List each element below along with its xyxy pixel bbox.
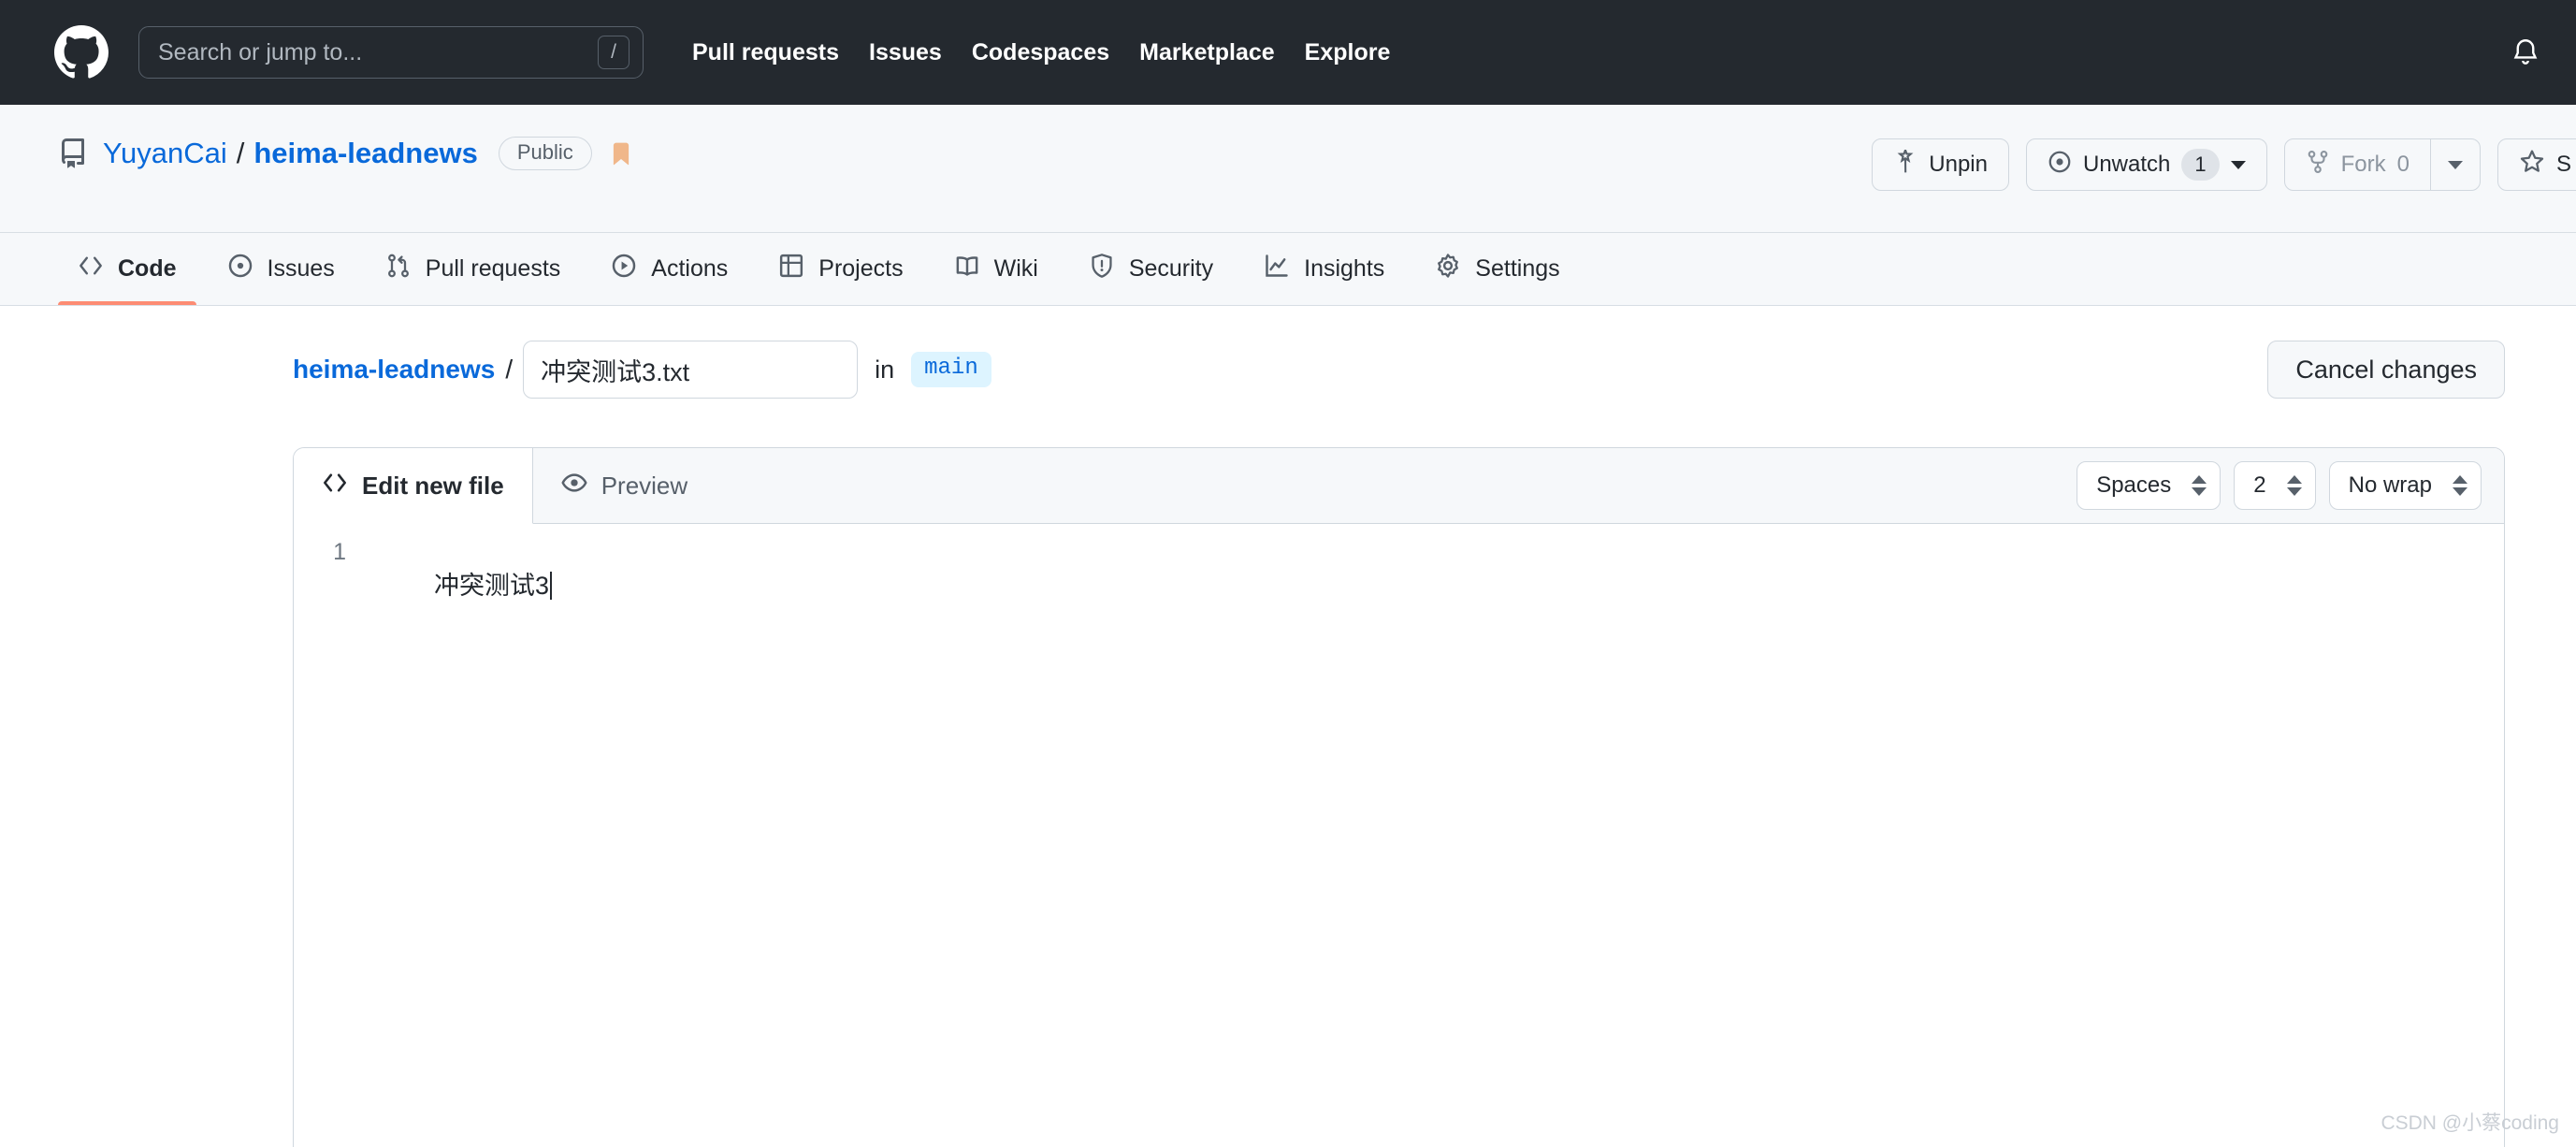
code-editor-area[interactable]: 1 冲突测试3 [294,524,2504,1147]
indent-mode-select[interactable]: Spaces [2077,461,2221,510]
watermark: CSDN @小蔡coding [2381,1112,2559,1134]
stepper-icon [2192,475,2207,496]
tab-actions[interactable]: Actions [591,233,747,305]
tab-issues-label: Issues [267,255,335,282]
tab-settings[interactable]: Settings [1415,233,1579,305]
stepper-icon [2286,475,2302,496]
fork-count: 0 [2396,152,2410,177]
text-cursor [550,572,553,600]
wrap-mode-value: No wrap [2348,472,2432,498]
code-icon [322,470,348,502]
fork-button-group: Fork 0 [2283,138,2481,191]
breadcrumb-separator: / [505,355,514,384]
repo-name-link[interactable]: heima-leadnews [253,137,477,170]
nav-item-marketplace[interactable]: Marketplace [1124,39,1290,66]
fork-icon [2306,150,2330,181]
breadcrumb-repo-link[interactable]: heima-leadnews [293,355,495,385]
tab-wiki[interactable]: Wiki [934,233,1058,305]
global-header: Search or jump to... / Pull requests Iss… [0,0,2576,105]
file-editor: Edit new file Preview Spaces 2 No wrap 1… [293,447,2505,1147]
tab-pull-requests[interactable]: Pull requests [366,233,581,305]
tab-actions-label: Actions [651,255,729,282]
star-button[interactable]: S [2496,138,2576,191]
table-icon [778,253,804,285]
fork-label: Fork [2340,152,2386,177]
eye-icon [561,470,587,502]
tab-projects[interactable]: Projects [759,233,922,305]
code-content[interactable]: 冲突测试3 [354,524,2504,1147]
repo-title: YuyanCai / heima-leadnews Public [58,137,633,171]
tab-code-label: Code [118,255,177,282]
tab-security[interactable]: Security [1069,233,1233,305]
code-icon [78,253,104,285]
repo-visibility-badge: Public [498,137,592,171]
edit-breadcrumb: heima-leadnews / in main [293,341,991,399]
repo-tab-nav: Code Issues Pull requests Actions Projec [0,233,2576,306]
search-placeholder: Search or jump to... [158,38,363,65]
chevron-down-icon[interactable] [2230,160,2246,169]
bookmark-pinned-icon[interactable] [609,139,633,167]
tab-projects-label: Projects [818,255,904,282]
tab-security-label: Security [1128,255,1214,282]
tab-settings-label: Settings [1475,255,1560,282]
tab-code[interactable]: Code [58,233,196,305]
line-number: 1 [333,539,346,565]
github-edit-file-page: Search or jump to... / Pull requests Iss… [0,0,2576,1147]
editor-tabbar: Edit new file Preview Spaces 2 No wrap [294,448,2504,524]
tab-edit-new-file-label: Edit new file [362,471,504,500]
play-icon [611,253,637,285]
github-mark-icon[interactable] [54,25,109,80]
wrap-mode-select[interactable]: No wrap [2328,461,2482,510]
unpin-icon [1893,146,1918,181]
fork-button[interactable]: Fork 0 [2285,139,2430,190]
global-nav: Pull requests Issues Codespaces Marketpl… [677,39,1405,66]
unwatch-count: 1 [2181,149,2220,181]
nav-item-explore[interactable]: Explore [1290,39,1406,66]
eye-icon [2048,150,2072,181]
tab-edit-new-file[interactable]: Edit new file [294,448,533,524]
git-pull-request-icon [385,253,412,285]
tab-preview-label: Preview [601,471,688,500]
stepper-icon [2453,475,2467,496]
repo-book-icon [58,138,88,169]
repo-owner-link[interactable]: YuyanCai [103,137,227,170]
tab-insights[interactable]: Insights [1244,233,1404,305]
repo-action-buttons: Unpin Unwatch 1 Fork 0 S [1872,138,2576,191]
tab-issues[interactable]: Issues [208,233,355,305]
tab-insights-label: Insights [1304,255,1385,282]
filename-input[interactable] [523,341,859,399]
cancel-changes-button[interactable]: Cancel changes [2267,341,2505,399]
nav-item-issues[interactable]: Issues [854,39,957,66]
chevron-down-icon [2447,160,2463,169]
branch-chip: main [911,351,991,388]
search-input[interactable]: Search or jump to... / [138,26,644,79]
graph-icon [1264,253,1290,285]
star-icon [2519,149,2545,181]
repo-path-separator: / [236,137,245,170]
gear-icon [1435,253,1461,285]
book-icon [954,253,980,285]
tab-wiki-label: Wiki [993,255,1038,282]
fork-dropdown-button[interactable] [2429,139,2480,190]
shield-icon [1089,253,1115,285]
nav-item-codespaces[interactable]: Codespaces [957,39,1124,66]
notification-bell-icon[interactable] [2505,32,2546,73]
unpin-button[interactable]: Unpin [1872,138,2009,191]
indent-size-value: 2 [2253,472,2266,498]
indent-size-select[interactable]: 2 [2234,461,2316,510]
issue-opened-icon [227,253,253,285]
indent-mode-value: Spaces [2096,472,2172,498]
tab-pull-requests-label: Pull requests [425,255,561,282]
search-shortcut-badge: / [598,36,630,69]
unpin-label: Unpin [1929,152,1988,177]
line-number-gutter: 1 [294,524,354,1147]
unwatch-label: Unwatch [2083,152,2171,177]
in-label: in [875,355,895,384]
nav-item-pull-requests[interactable]: Pull requests [677,39,854,66]
editor-settings: Spaces 2 No wrap [2077,448,2482,523]
star-label: S [2555,152,2571,177]
code-line-text: 冲突测试3 [434,572,550,600]
unwatch-button[interactable]: Unwatch 1 [2026,138,2267,191]
tab-preview[interactable]: Preview [533,448,716,523]
